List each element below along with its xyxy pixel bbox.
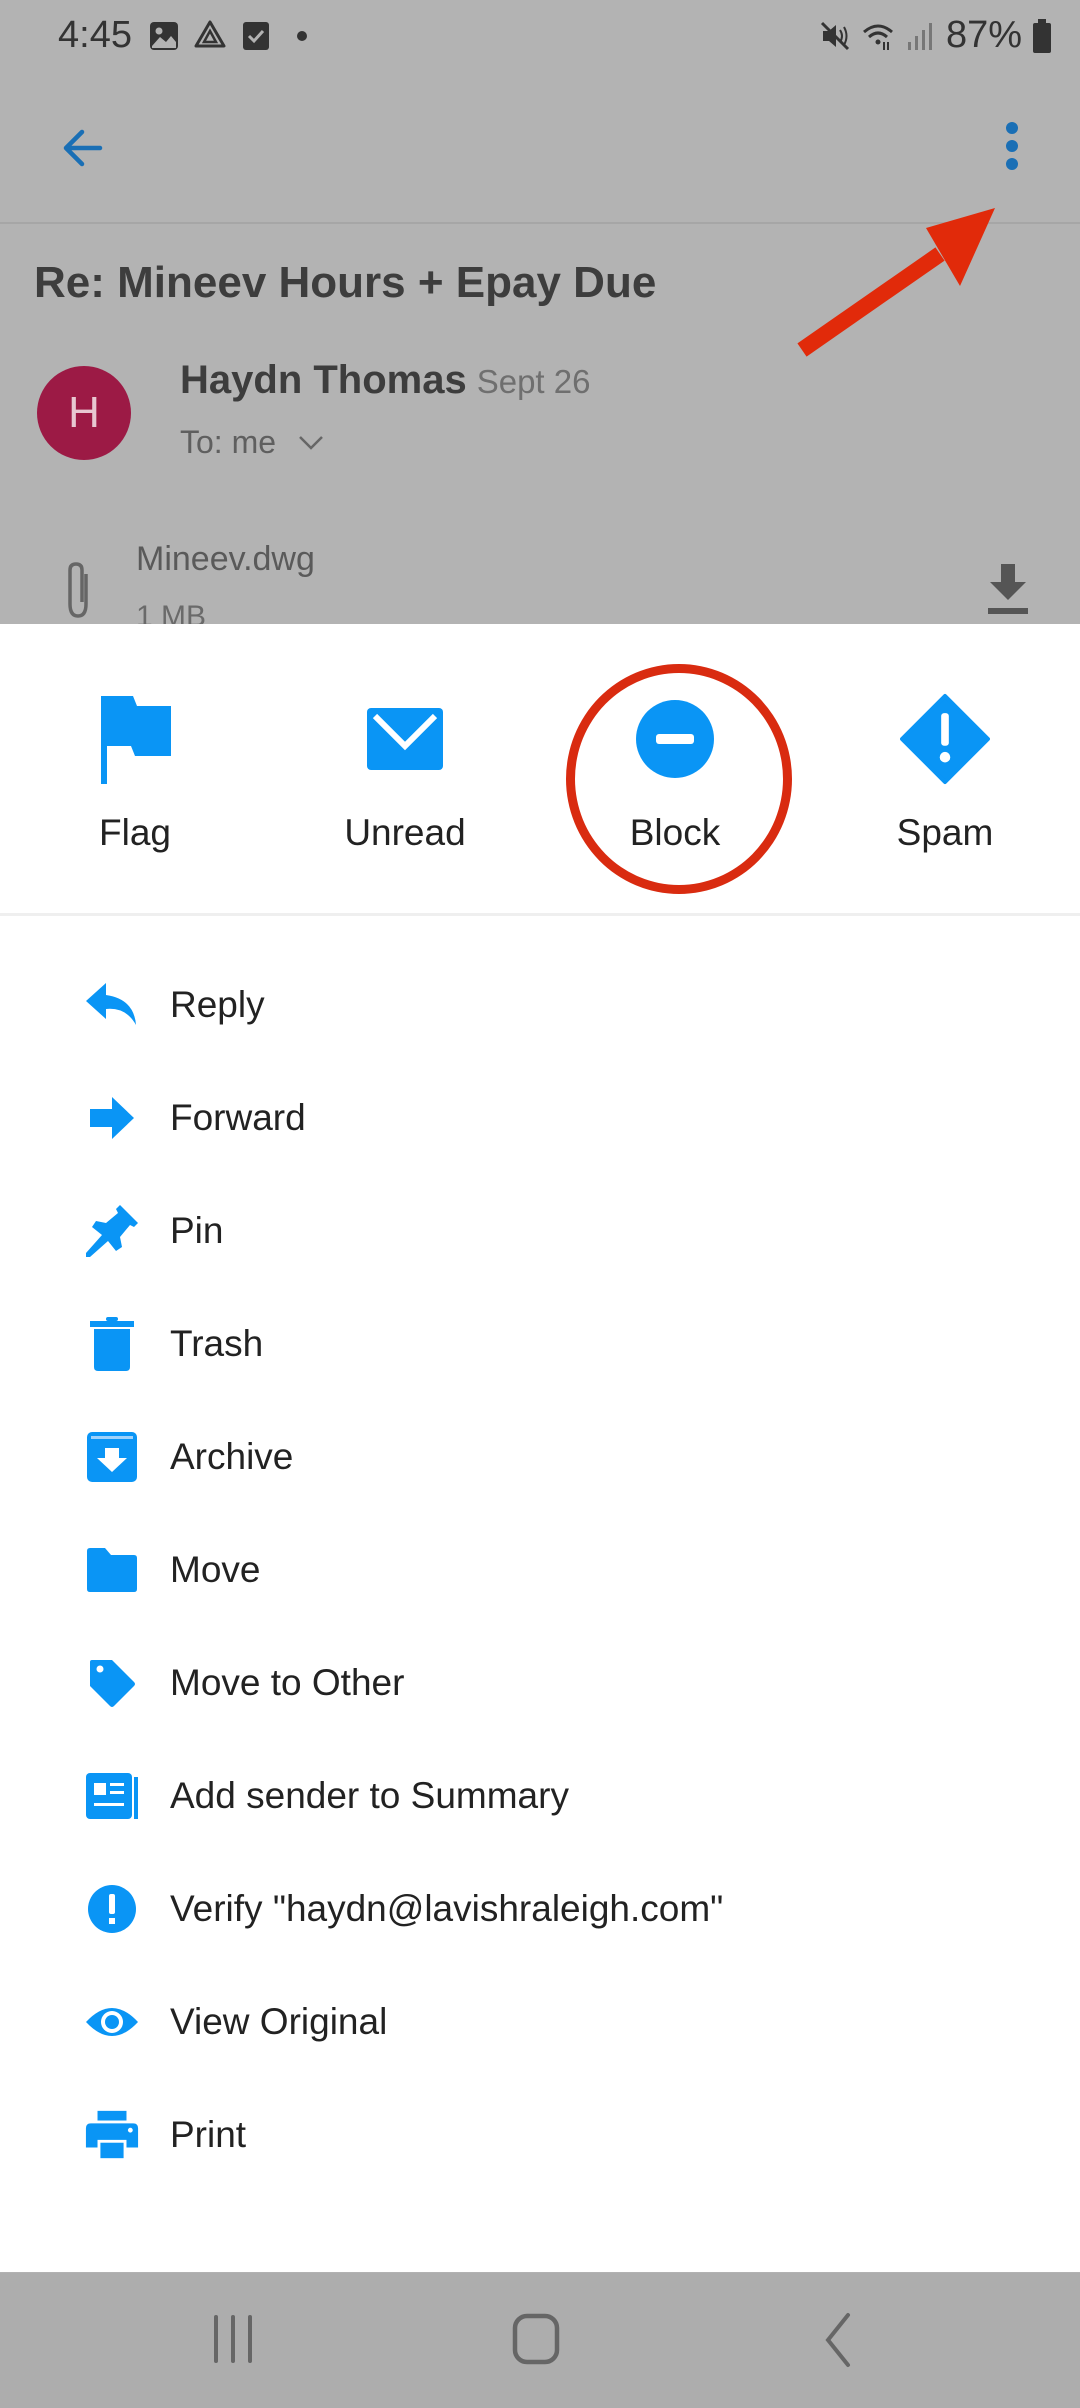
block-label: Block: [629, 812, 721, 853]
menu-item-move[interactable]: Move: [0, 1513, 1080, 1626]
menu-item-archive[interactable]: Archive: [0, 1400, 1080, 1513]
battery-icon: [1033, 18, 1051, 53]
email-date: Sept 26: [476, 363, 591, 400]
folder-icon: [87, 1547, 137, 1592]
menu-item-reply[interactable]: Reply: [0, 948, 1080, 1061]
trash-icon: [90, 1316, 134, 1371]
alert-circle-icon: [88, 1884, 136, 1933]
status-time: 4:45: [58, 14, 132, 56]
menu-label: Archive: [170, 1435, 294, 1477]
menu-item-print[interactable]: Print: [0, 2078, 1080, 2191]
more-options-icon[interactable]: [992, 116, 1032, 186]
signal-icon: [907, 22, 932, 50]
battery-percent: 87%: [945, 14, 1022, 56]
download-icon[interactable]: [984, 560, 1032, 616]
quick-actions: Flag Unread Block Spam: [0, 624, 1080, 916]
eye-icon: [86, 2007, 138, 2036]
chevron-down-icon: [299, 435, 323, 450]
avatar-initial: H: [68, 388, 100, 437]
menu-label: Trash: [170, 1322, 264, 1364]
reply-icon: [86, 982, 136, 1025]
email-subject: Re: Mineev Hours + Epay Due: [34, 258, 657, 307]
status-bar: 4:45 87%: [0, 0, 1080, 72]
tag-icon: [90, 1659, 135, 1707]
email-view-scrim[interactable]: 4:45 87% Re: Mineev Hours + Epay Due H H…: [0, 0, 1080, 624]
recipients-toggle[interactable]: To: me: [180, 424, 324, 461]
dot-icon: [297, 31, 307, 41]
menu-item-forward[interactable]: Forward: [0, 1061, 1080, 1174]
attachment-name[interactable]: Mineev.dwg: [136, 540, 315, 579]
menu-item-verify[interactable]: Verify "haydn@lavishraleigh.com": [0, 1852, 1080, 1965]
forward-icon: [90, 1096, 134, 1139]
drive-icon: [194, 20, 226, 48]
recipients-label: To: me: [180, 424, 277, 460]
gallery-icon: [150, 22, 178, 50]
menu-label: Print: [170, 2113, 247, 2155]
paperclip-icon: [68, 562, 88, 618]
pin-icon: [86, 1204, 138, 1257]
sender-name: Haydn Thomas: [180, 358, 467, 402]
mute-icon: [820, 21, 849, 50]
block-button[interactable]: Block: [585, 694, 765, 894]
menu-label: Move: [170, 1548, 261, 1590]
menu-item-trash[interactable]: Trash: [0, 1287, 1080, 1400]
menu-label: View Original: [170, 2000, 388, 2042]
home-icon[interactable]: [508, 2311, 564, 2369]
block-icon: [636, 700, 714, 778]
envelope-icon: [367, 708, 443, 770]
menu-label: Verify "haydn@lavishraleigh.com": [170, 1887, 724, 1929]
menu-item-view-original[interactable]: View Original: [0, 1965, 1080, 2078]
sender-line: Haydn Thomas Sept 26: [180, 358, 590, 403]
action-sheet: Flag Unread Block Spam Reply Forward Pin…: [0, 624, 1080, 2272]
spam-button[interactable]: Spam: [855, 694, 1035, 894]
flag-icon: [101, 696, 171, 784]
system-nav-bar: [0, 2273, 1080, 2408]
flag-label: Flag: [99, 812, 171, 853]
nav-back-icon[interactable]: [818, 2311, 858, 2369]
action-menu: Reply Forward Pin Trash Archive Move Mov…: [0, 948, 1080, 2191]
archive-icon: [87, 1431, 137, 1482]
menu-label: Reply: [170, 983, 265, 1025]
unread-button[interactable]: Unread: [315, 694, 495, 894]
spam-icon: [900, 694, 990, 784]
menu-label: Move to Other: [170, 1661, 405, 1703]
printer-icon: [85, 2110, 139, 2158]
menu-label: Add sender to Summary: [170, 1774, 569, 1816]
attachment-size: 1 MB: [136, 600, 207, 624]
unread-label: Unread: [344, 812, 466, 853]
tasks-icon: [243, 22, 269, 50]
menu-item-move-to-other[interactable]: Move to Other: [0, 1626, 1080, 1739]
menu-label: Forward: [170, 1096, 306, 1138]
recents-icon[interactable]: [208, 2311, 258, 2369]
back-arrow-icon[interactable]: [48, 118, 108, 178]
avatar[interactable]: H: [37, 366, 131, 460]
flag-button[interactable]: Flag: [45, 694, 225, 894]
menu-label: Pin: [170, 1209, 224, 1251]
newspaper-icon: [86, 1772, 138, 1819]
spam-label: Spam: [896, 812, 994, 853]
app-bar: [0, 72, 1080, 224]
wifi-icon: [862, 24, 893, 50]
menu-item-pin[interactable]: Pin: [0, 1174, 1080, 1287]
menu-item-add-sender-to-summary[interactable]: Add sender to Summary: [0, 1739, 1080, 1852]
